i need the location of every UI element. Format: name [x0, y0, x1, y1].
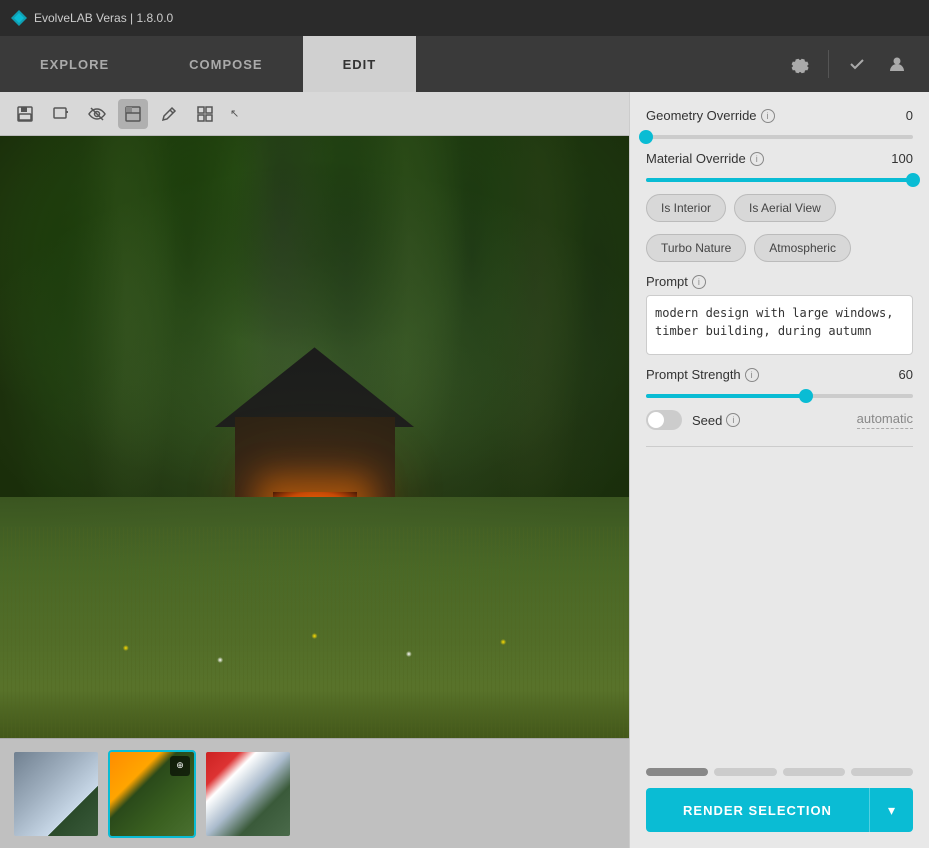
material-override-thumb[interactable]	[906, 173, 920, 187]
left-panel: ↖	[0, 92, 629, 848]
thumbnail-2[interactable]: ⊕	[108, 750, 196, 838]
nav-divider	[828, 50, 829, 78]
geometry-override-label: Geometry Override i	[646, 108, 775, 123]
check-button[interactable]	[841, 48, 873, 80]
geometry-override-thumb[interactable]	[639, 130, 653, 144]
geometry-override-track[interactable]	[646, 135, 913, 139]
seed-toggle[interactable]	[646, 410, 682, 430]
tab-edit[interactable]: EDIT	[303, 36, 417, 92]
bottom-tab-2[interactable]	[714, 768, 776, 776]
prompt-strength-section: Prompt Strength i 60	[646, 367, 913, 398]
prompt-input[interactable]	[646, 295, 913, 355]
right-panel: Geometry Override i 0 Material Override …	[629, 92, 929, 848]
thumbnail-1[interactable]	[12, 750, 100, 838]
chevron-down-icon: ▾	[888, 802, 895, 819]
prompt-strength-info[interactable]: i	[745, 368, 759, 382]
visibility-tool[interactable]	[82, 99, 112, 129]
chip-is-interior[interactable]: Is Interior	[646, 194, 726, 222]
render-dropdown-button[interactable]: ▾	[869, 788, 913, 832]
chips-row-2: Turbo Nature Atmospheric	[646, 234, 913, 262]
user-button[interactable]	[881, 48, 913, 80]
save-tool[interactable]	[10, 99, 40, 129]
tab-explore[interactable]: EXPLORE	[0, 36, 149, 92]
geometry-override-value: 0	[906, 108, 913, 123]
divider	[646, 446, 913, 447]
prompt-strength-label: Prompt Strength i	[646, 367, 759, 382]
seed-label: Seed i	[692, 413, 740, 428]
material-override-track[interactable]	[646, 178, 913, 182]
seed-row: Seed i automatic	[646, 410, 913, 430]
thumbnail-badge: ⊕	[170, 756, 190, 776]
seed-value: automatic	[857, 411, 913, 429]
chip-turbo-nature[interactable]: Turbo Nature	[646, 234, 746, 262]
seed-info[interactable]: i	[726, 413, 740, 427]
material-override-fill	[646, 178, 913, 182]
prompt-strength-fill	[646, 394, 806, 398]
thumbnail-3[interactable]	[204, 750, 292, 838]
app-title: EvolveLAB Veras | 1.8.0.0	[34, 11, 173, 25]
canvas-image	[0, 136, 629, 738]
brush-tool[interactable]	[154, 99, 184, 129]
prompt-info[interactable]: i	[692, 275, 706, 289]
chips-row-1: Is Interior Is Aerial View	[646, 194, 913, 222]
chip-is-aerial-view[interactable]: Is Aerial View	[734, 194, 836, 222]
seed-toggle-knob	[648, 412, 664, 428]
material-override-info[interactable]: i	[750, 152, 764, 166]
main-content: ↖	[0, 92, 929, 848]
geometry-override-section: Geometry Override i 0	[646, 108, 913, 139]
prompt-strength-thumb[interactable]	[799, 389, 813, 403]
material-override-label: Material Override i	[646, 151, 764, 166]
bottom-tab-4[interactable]	[851, 768, 913, 776]
material-override-section: Material Override i 100	[646, 151, 913, 182]
prompt-strength-track[interactable]	[646, 394, 913, 398]
prompt-label: Prompt i	[646, 274, 913, 289]
render-button-row: RENDER SELECTION ▾	[646, 788, 913, 832]
bottom-tab-1[interactable]	[646, 768, 708, 776]
navbar: EXPLORE COMPOSE EDIT	[0, 36, 929, 92]
right-panel-spacer	[646, 463, 913, 756]
geometry-override-info[interactable]: i	[761, 109, 775, 123]
prompt-strength-value: 60	[899, 367, 913, 382]
logo-icon	[10, 9, 28, 27]
titlebar: EvolveLAB Veras | 1.8.0.0	[0, 0, 929, 36]
nav-right-icons	[784, 36, 929, 92]
image-filter-tool[interactable]	[118, 99, 148, 129]
render-selection-button[interactable]: RENDER SELECTION	[646, 788, 869, 832]
settings-button[interactable]	[784, 48, 816, 80]
bottom-tabs	[646, 768, 913, 776]
add-image-tool[interactable]	[46, 99, 76, 129]
chip-atmospheric[interactable]: Atmospheric	[754, 234, 851, 262]
app-logo: EvolveLAB Veras | 1.8.0.0	[10, 9, 173, 27]
tab-compose[interactable]: COMPOSE	[149, 36, 302, 92]
canvas-area[interactable]	[0, 136, 629, 738]
material-override-value: 100	[891, 151, 913, 166]
bottom-tab-3[interactable]	[783, 768, 845, 776]
thumbnails-strip: ⊕	[0, 738, 629, 848]
cursor-indicator: ↖	[230, 107, 239, 120]
toolbar: ↖	[0, 92, 629, 136]
prompt-section: Prompt i	[646, 274, 913, 355]
grid-tool[interactable]	[190, 99, 220, 129]
